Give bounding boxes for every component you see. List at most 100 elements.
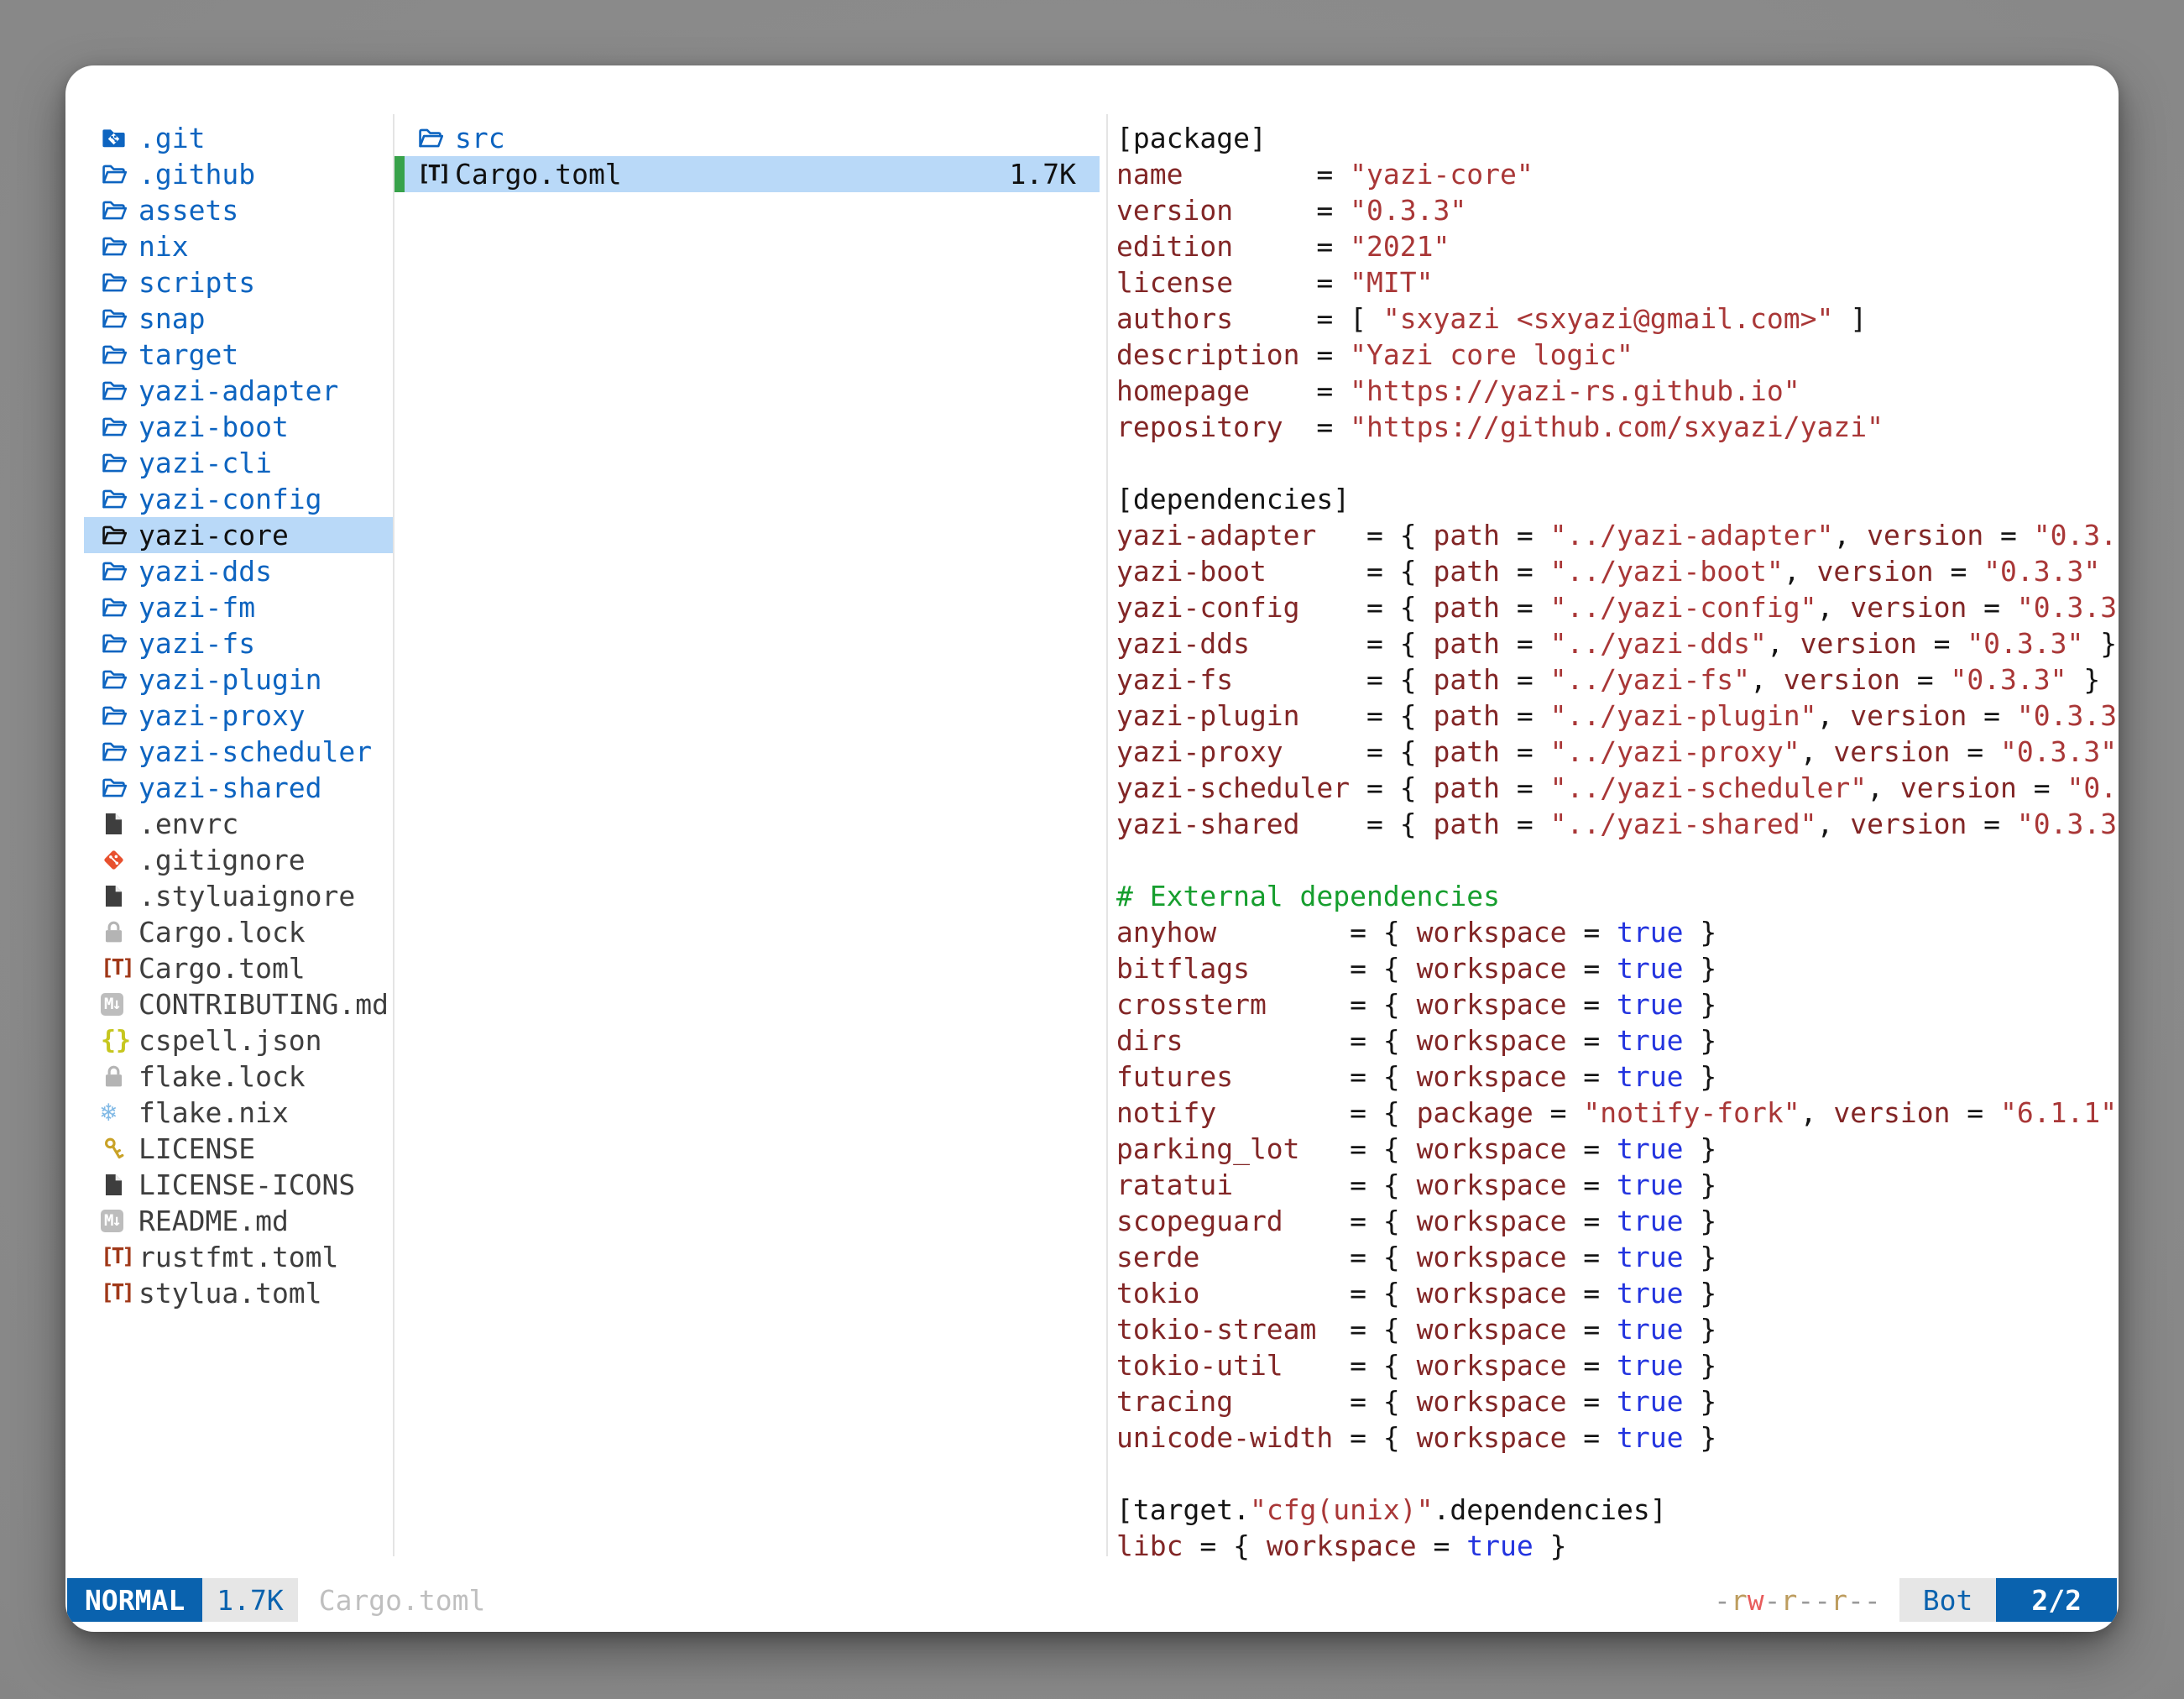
preview-line: tokio-util = { workspace = true } (1116, 1347, 2117, 1383)
sidebar-item-yazi-cli[interactable]: yazi-cli (84, 445, 393, 481)
sidebar-item-stylua-toml[interactable]: [T]stylua.toml (84, 1275, 393, 1311)
open-folder-icon (101, 233, 127, 259)
open-folder-icon (101, 594, 127, 620)
sidebar-item-readme-md[interactable]: M↓README.md (84, 1203, 393, 1239)
sidebar-item-license-icons[interactable]: LICENSE-ICONS (84, 1167, 393, 1203)
item-label: yazi-boot (138, 409, 289, 445)
item-label: .envrc (138, 806, 238, 842)
sidebar-item-github[interactable]: .github (84, 156, 393, 192)
preview-line: crossterm = { workspace = true } (1116, 986, 2117, 1022)
item-label: .git (138, 120, 205, 156)
preview-line: [dependencies] (1116, 481, 2117, 517)
toml-icon: [T] (101, 950, 133, 986)
open-folder-icon (101, 558, 127, 584)
sidebar-item-flake-nix[interactable]: ❄flake.nix (84, 1095, 393, 1131)
mode-badge: NORMAL (67, 1578, 202, 1622)
current-item-src[interactable]: src (394, 120, 1100, 156)
json-icon: {} (101, 1022, 131, 1059)
preview-line: # External dependencies (1116, 878, 2117, 914)
preview-line: tokio-stream = { workspace = true } (1116, 1311, 2117, 1347)
sidebar-item-cargo-toml[interactable]: [T]Cargo.toml (84, 950, 393, 986)
sidebar-item-git[interactable]: .git (84, 120, 393, 156)
current-directory-pane: src[T]Cargo.toml 1.7K (394, 120, 1100, 192)
preview-line: name = "yazi-core" (1116, 156, 2117, 192)
preview-line: dirs = { workspace = true } (1116, 1022, 2117, 1059)
item-size: 1.7K (1010, 156, 1100, 192)
toml-icon: [T] (417, 156, 449, 192)
open-folder-icon (101, 775, 127, 801)
item-label: Cargo.toml (138, 950, 306, 986)
sidebar-item-nix[interactable]: nix (84, 228, 393, 264)
item-label: flake.nix (138, 1095, 289, 1131)
item-label: stylua.toml (138, 1275, 322, 1311)
preview-line: bitflags = { workspace = true } (1116, 950, 2117, 986)
preview-line: libc = { workspace = true } (1116, 1528, 2117, 1564)
sidebar-item-assets[interactable]: assets (84, 192, 393, 228)
preview-line: futures = { workspace = true } (1116, 1059, 2117, 1095)
item-label: yazi-plugin (138, 661, 322, 698)
toml-icon: [T] (101, 1275, 133, 1311)
preview-line: [target."cfg(unix)".dependencies] (1116, 1492, 2117, 1528)
preview-line (1116, 445, 2117, 481)
sidebar-item-yazi-core[interactable]: yazi-core (84, 517, 393, 553)
item-label: cspell.json (138, 1022, 322, 1059)
preview-line: ratatui = { workspace = true } (1116, 1167, 2117, 1203)
preview-line: yazi-boot = { path = "../yazi-boot", ver… (1116, 553, 2117, 589)
sidebar-item-rustfmt-toml[interactable]: [T]rustfmt.toml (84, 1239, 393, 1275)
item-label: LICENSE-ICONS (138, 1167, 355, 1203)
sidebar-item-scripts[interactable]: scripts (84, 264, 393, 301)
item-label: flake.lock (138, 1059, 306, 1095)
sidebar-item-yazi-plugin[interactable]: yazi-plugin (84, 661, 393, 698)
pane-separator-right (1106, 114, 1108, 1556)
preview-line: homepage = "https://yazi-rs.github.io" (1116, 373, 2117, 409)
preview-line: yazi-scheduler = { path = "../yazi-sched… (1116, 770, 2117, 806)
sidebar-item-yazi-config[interactable]: yazi-config (84, 481, 393, 517)
sidebar-item-snap[interactable]: snap (84, 301, 393, 337)
open-folder-icon (101, 161, 127, 187)
item-label: yazi-core (138, 517, 289, 553)
open-folder-icon (101, 414, 127, 440)
item-label: yazi-proxy (138, 698, 306, 734)
sidebar-item-yazi-fs[interactable]: yazi-fs (84, 625, 393, 661)
parent-directory-pane: .git.githubassetsnixscriptssnaptargetyaz… (84, 120, 393, 1311)
item-label: Cargo.lock (138, 914, 306, 950)
sidebar-item-cargo-lock[interactable]: Cargo.lock (84, 914, 393, 950)
sidebar-item-target[interactable]: target (84, 337, 393, 373)
preview-line: yazi-shared = { path = "../yazi-shared",… (1116, 806, 2117, 842)
sidebar-item-contributing-md[interactable]: M↓CONTRIBUTING.md (84, 986, 393, 1022)
preview-line: tokio = { workspace = true } (1116, 1275, 2117, 1311)
key-icon (101, 1136, 127, 1162)
status-bar: NORMAL 1.7K Cargo.toml -rw-r--r-- Bot 2/… (67, 1578, 2117, 1622)
git-folder-icon (101, 125, 127, 151)
file-permissions: -rw-r--r-- (1714, 1582, 1881, 1618)
file-preview-pane[interactable]: [package]name = "yazi-core"version = "0.… (1116, 120, 2117, 1581)
sidebar-item-styluaignore[interactable]: .styluaignore (84, 878, 393, 914)
sidebar-item-cspell-json[interactable]: {}cspell.json (84, 1022, 393, 1059)
current-item-cargo-toml[interactable]: [T]Cargo.toml 1.7K (394, 156, 1100, 192)
open-folder-icon (101, 378, 127, 404)
sidebar-item-yazi-shared[interactable]: yazi-shared (84, 770, 393, 806)
item-label: Cargo.toml (455, 156, 622, 192)
item-label: rustfmt.toml (138, 1239, 338, 1275)
open-folder-icon (101, 450, 127, 476)
yazi-window: .git.githubassetsnixscriptssnaptargetyaz… (65, 65, 2119, 1632)
open-folder-icon (101, 306, 127, 332)
item-label: yazi-dds (138, 553, 272, 589)
scroll-position-badge: Bot (1899, 1578, 1997, 1622)
preview-line (1116, 1456, 2117, 1492)
sidebar-item-yazi-dds[interactable]: yazi-dds (84, 553, 393, 589)
preview-line: yazi-proxy = { path = "../yazi-proxy", v… (1116, 734, 2117, 770)
sidebar-item-yazi-scheduler[interactable]: yazi-scheduler (84, 734, 393, 770)
sidebar-item-yazi-boot[interactable]: yazi-boot (84, 409, 393, 445)
sidebar-item-yazi-proxy[interactable]: yazi-proxy (84, 698, 393, 734)
sidebar-item-license[interactable]: LICENSE (84, 1131, 393, 1167)
sidebar-item-yazi-adapter[interactable]: yazi-adapter (84, 373, 393, 409)
sidebar-item-envrc[interactable]: .envrc (84, 806, 393, 842)
sidebar-item-flake-lock[interactable]: flake.lock (84, 1059, 393, 1095)
item-label: .gitignore (138, 842, 306, 878)
file-icon (101, 883, 127, 909)
sidebar-item-gitignore[interactable]: .gitignore (84, 842, 393, 878)
item-label: .styluaignore (138, 878, 355, 914)
desktop-background: .git.githubassetsnixscriptssnaptargetyaz… (0, 0, 2184, 1699)
sidebar-item-yazi-fm[interactable]: yazi-fm (84, 589, 393, 625)
